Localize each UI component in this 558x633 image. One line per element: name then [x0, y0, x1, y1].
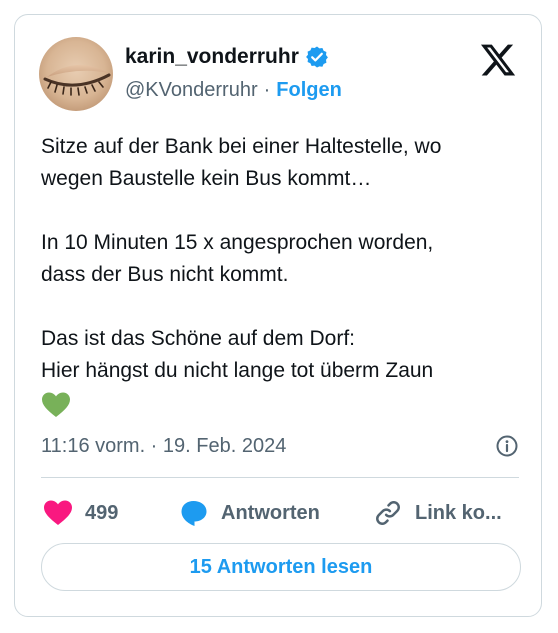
timestamp-row: 11:16 vorm. · 19. Feb. 2024: [41, 431, 519, 461]
copy-link-label: Link ko...: [415, 501, 502, 524]
copy-link-button[interactable]: Link ko...: [373, 498, 513, 528]
author-name-row: karin_vonderruhr: [125, 45, 329, 69]
reply-button[interactable]: Antworten: [179, 498, 373, 528]
x-logo-icon[interactable]: [479, 41, 517, 79]
tweet-text-line: wegen Baustelle kein Bus kommt…: [41, 167, 372, 190]
avatar-image: [39, 37, 113, 111]
read-replies-label: 15 Antworten lesen: [189, 555, 373, 578]
tweet-text-line: In 10 Minuten 15 x angesprochen worden,: [41, 231, 434, 254]
author-name[interactable]: karin_vonderruhr: [125, 45, 299, 69]
reply-bubble-icon: [181, 501, 207, 526]
heart-icon: [44, 500, 72, 525]
like-button[interactable]: 499: [43, 499, 179, 527]
link-icon: [376, 501, 400, 525]
tweet-header: karin_vonderruhr @KVonderruhr · Folgen: [39, 37, 521, 111]
like-count: 499: [85, 501, 119, 524]
info-icon[interactable]: [495, 434, 519, 458]
tweet-text-line: dass der Bus nicht kommt.: [41, 263, 289, 286]
tweet-timestamp[interactable]: 11:16 vorm. · 19. Feb. 2024: [41, 435, 286, 458]
verified-badge-icon: [305, 45, 329, 69]
author-handle[interactable]: @KVonderruhr: [125, 79, 258, 102]
green-heart-emoji-icon: [41, 391, 71, 419]
tweet-text-line: Hier hängst du nicht lange tot überm Zau…: [41, 359, 434, 382]
separator-dot: ·: [263, 79, 271, 101]
tweet-text-line: Sitze auf der Bank bei einer Haltestelle…: [41, 135, 442, 158]
avatar[interactable]: [39, 37, 113, 111]
action-bar: 499 Antworten Link ko...: [43, 493, 519, 533]
tweet-text-line: Das ist das Schöne auf dem Dorf:: [41, 327, 355, 350]
reply-label: Antworten: [221, 501, 320, 524]
tweet-text: Sitze auf der Bank bei einer Haltestelle…: [41, 131, 521, 419]
read-replies-button[interactable]: 15 Antworten lesen: [41, 543, 521, 591]
divider: [41, 477, 519, 478]
handle-row: @KVonderruhr · Folgen: [125, 79, 342, 102]
tweet-card: karin_vonderruhr @KVonderruhr · Folgen S…: [14, 14, 542, 617]
follow-button[interactable]: Folgen: [276, 79, 342, 102]
